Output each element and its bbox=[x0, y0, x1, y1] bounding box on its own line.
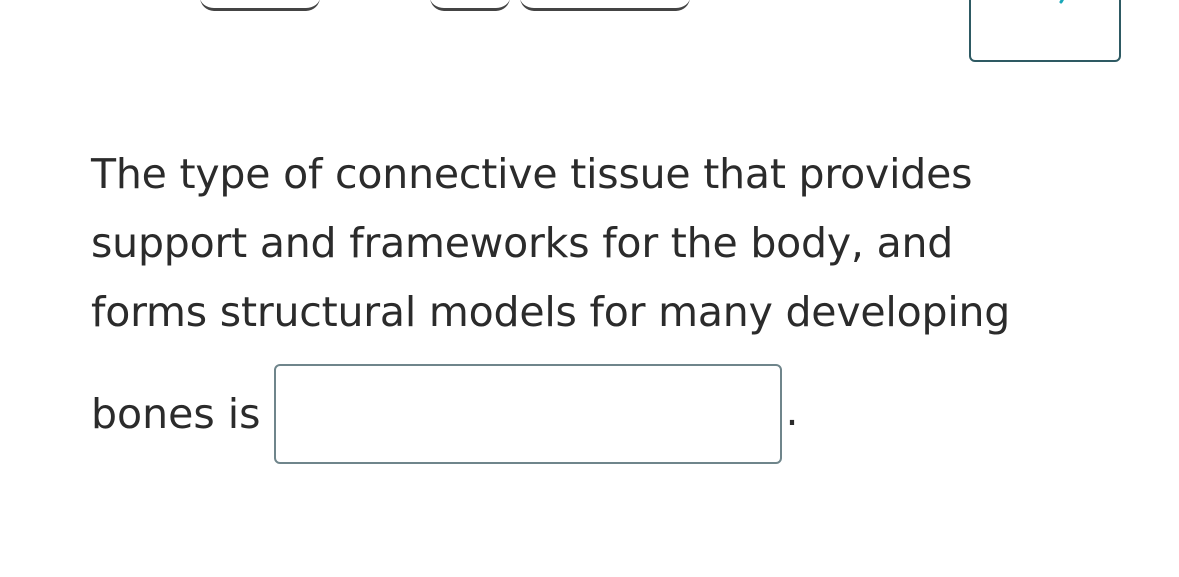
speaker-icon bbox=[1059, 0, 1064, 4]
sentence-period: . bbox=[785, 387, 799, 435]
answer-input[interactable] bbox=[274, 364, 783, 464]
question-text: The type of connective tissue that provi… bbox=[91, 150, 1011, 336]
read-aloud-button[interactable] bbox=[969, 0, 1121, 62]
previous-text-fragment bbox=[430, 0, 510, 11]
answer-row: bones is . bbox=[91, 363, 799, 465]
previous-text-fragment bbox=[520, 0, 690, 11]
answer-prompt: bones is bbox=[91, 390, 261, 438]
previous-text-fragment bbox=[200, 0, 320, 11]
